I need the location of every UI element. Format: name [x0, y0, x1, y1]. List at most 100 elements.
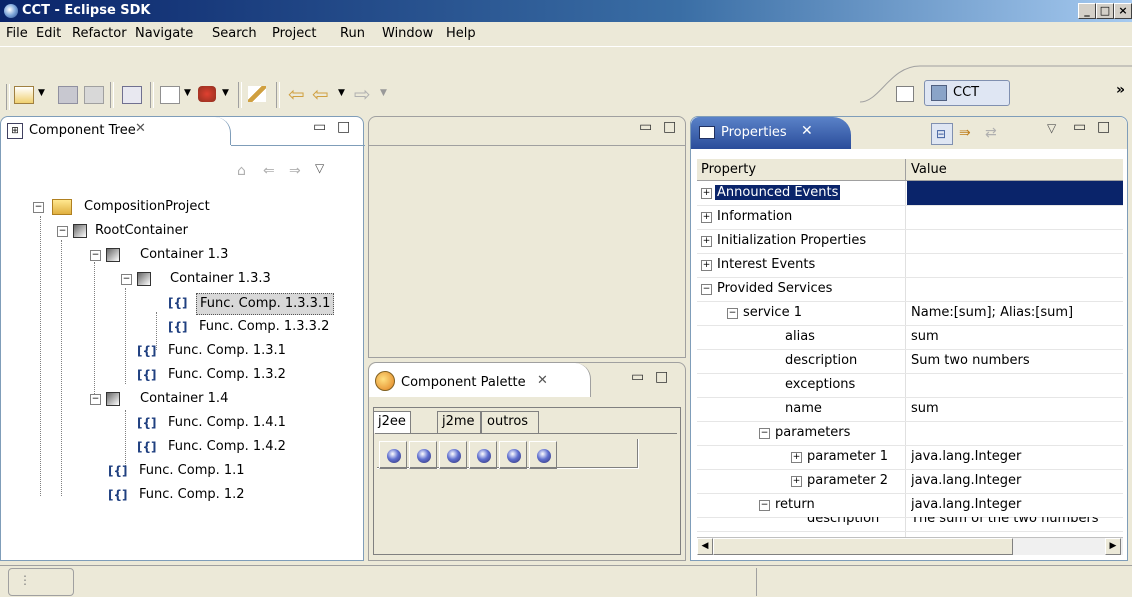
view-menu-icon[interactable]: ▽ [315, 161, 324, 175]
drag-handle-icon[interactable]: ⋮ [19, 573, 31, 587]
restore-default-icon[interactable]: ⇄ [985, 125, 997, 141]
table-row[interactable]: − service 1 Name:[sum]; Alias:[sum] [697, 301, 1123, 326]
dropdown-arrow-icon[interactable]: ▼ [38, 88, 45, 98]
collapse-icon[interactable]: − [727, 308, 738, 319]
menu-run[interactable]: Run [340, 26, 365, 41]
dropdown-arrow-icon[interactable]: ▼ [184, 88, 191, 98]
table-row[interactable]: description Sum two numbers [697, 349, 1123, 374]
open-perspective-icon[interactable] [896, 86, 914, 102]
maximize-view-icon[interactable]: □ [337, 119, 350, 135]
table-row[interactable]: − return java.lang.Integer [697, 493, 1123, 518]
table-row[interactable]: + Interest Events [697, 253, 1123, 278]
forward-icon[interactable]: ⇒ [289, 163, 301, 179]
menu-file[interactable]: File [6, 26, 28, 41]
cct-perspective-button[interactable]: CCT [924, 80, 1010, 106]
tab-component-palette[interactable]: Component Palette ✕ [369, 363, 591, 397]
collapse-icon[interactable]: − [57, 226, 68, 237]
collapse-icon[interactable]: − [701, 284, 712, 295]
table-row[interactable]: description The sum of the two numbers [697, 517, 1123, 532]
table-row[interactable]: − Provided Services [697, 277, 1123, 302]
back-icon[interactable]: ⇐ [263, 163, 275, 179]
menu-search[interactable]: Search [212, 26, 257, 41]
expand-icon[interactable]: + [791, 476, 802, 487]
minimize-view-icon[interactable]: ▭ [313, 119, 326, 135]
palette-component-button[interactable] [529, 441, 557, 469]
expand-icon[interactable]: + [701, 212, 712, 223]
back-arrow-icon[interactable]: ⇦ [312, 82, 329, 106]
palette-tab-outros[interactable]: outros [481, 411, 539, 433]
table-row[interactable]: + Initialization Properties [697, 229, 1123, 254]
palette-component-button[interactable] [439, 441, 467, 469]
collapse-icon[interactable]: − [759, 428, 770, 439]
palette-component-button[interactable] [409, 441, 437, 469]
collapse-icon[interactable]: − [121, 274, 132, 285]
collapse-icon[interactable]: − [90, 394, 101, 405]
tab-properties[interactable]: Properties ✕ [691, 117, 851, 149]
menu-navigate[interactable]: Navigate [135, 26, 193, 41]
print-icon[interactable] [84, 86, 104, 104]
palette-tab-j2me[interactable]: j2me [437, 411, 481, 433]
close-tab-icon[interactable]: ✕ [537, 373, 548, 388]
expand-icon[interactable]: + [701, 236, 712, 247]
expand-icon[interactable]: + [701, 260, 712, 271]
maximize-view-icon[interactable]: □ [1097, 119, 1110, 135]
menu-refactor[interactable]: Refactor [72, 26, 127, 41]
minimize-view-icon[interactable]: ▭ [631, 369, 644, 385]
close-button[interactable]: × [1114, 3, 1132, 19]
table-row[interactable]: − parameters [697, 421, 1123, 446]
column-header-value[interactable]: Value [911, 162, 947, 177]
table-row[interactable]: exceptions [697, 373, 1123, 398]
collapse-icon[interactable]: − [90, 250, 101, 261]
expand-icon[interactable]: + [701, 188, 712, 199]
collapse-icon[interactable]: − [759, 500, 770, 511]
horizontal-scrollbar[interactable]: ◀ ▶ [697, 537, 1123, 555]
maximize-view-icon[interactable]: □ [655, 369, 668, 385]
palette-tab-j2ee[interactable]: j2ee [373, 411, 411, 433]
table-row[interactable]: + Announced Events [697, 181, 1123, 206]
dropdown-arrow-icon[interactable]: ▼ [222, 88, 229, 98]
tab-component-tree[interactable]: ⊞ Component Tree ✕ [1, 117, 231, 145]
dropdown-arrow-icon[interactable]: ▼ [338, 88, 345, 98]
table-row[interactable]: + parameter 2 java.lang.Integer [697, 469, 1123, 494]
menu-edit[interactable]: Edit [36, 26, 61, 41]
tool-icon[interactable] [198, 86, 216, 102]
save-icon[interactable] [58, 86, 78, 104]
table-row[interactable]: + Information [697, 205, 1123, 230]
binary-icon[interactable] [122, 86, 142, 104]
view-menu-icon[interactable]: ▽ [1047, 121, 1056, 135]
dropdown-arrow-icon[interactable]: ▼ [380, 88, 387, 98]
menu-window[interactable]: Window [382, 26, 433, 41]
scroll-left-icon[interactable]: ◀ [697, 538, 713, 555]
palette-component-button[interactable] [469, 441, 497, 469]
menu-help[interactable]: Help [446, 26, 476, 41]
forward-arrow-icon[interactable]: ⇨ [354, 82, 371, 106]
table-row[interactable]: + parameter 1 java.lang.Integer [697, 445, 1123, 470]
scroll-right-icon[interactable]: ▶ [1105, 538, 1121, 555]
table-row[interactable]: name sum [697, 397, 1123, 422]
expand-icon[interactable]: + [791, 452, 802, 463]
last-edit-icon[interactable]: ⇦ [288, 82, 305, 106]
palette-component-button[interactable] [379, 441, 407, 469]
chevron-more-icon[interactable]: » [1116, 82, 1125, 98]
home-icon[interactable]: ⌂ [237, 163, 246, 179]
show-advanced-icon[interactable]: ⇛ [959, 125, 971, 141]
component-ball-icon [477, 449, 491, 463]
show-categories-button[interactable]: ⊟ [931, 123, 953, 145]
close-tab-icon[interactable]: ✕ [135, 121, 146, 136]
pencil-icon[interactable] [248, 86, 266, 102]
menu-project[interactable]: Project [272, 26, 316, 41]
close-tab-icon[interactable]: ✕ [801, 123, 813, 139]
minimize-view-icon[interactable]: ▭ [639, 119, 652, 135]
column-header-property[interactable]: Property [701, 162, 756, 177]
table-row[interactable]: alias sum [697, 325, 1123, 350]
help-icon[interactable] [160, 86, 180, 104]
fast-view-bar[interactable]: ⋮ [8, 568, 74, 596]
maximize-view-icon[interactable]: □ [663, 119, 676, 135]
collapse-icon[interactable]: − [33, 202, 44, 213]
maximize-button[interactable]: □ [1096, 3, 1114, 19]
minimize-view-icon[interactable]: ▭ [1073, 119, 1086, 135]
new-wizard-icon[interactable] [14, 86, 34, 104]
palette-component-button[interactable] [499, 441, 527, 469]
minimize-button[interactable]: _ [1078, 3, 1096, 19]
scroll-thumb[interactable] [713, 538, 1013, 555]
